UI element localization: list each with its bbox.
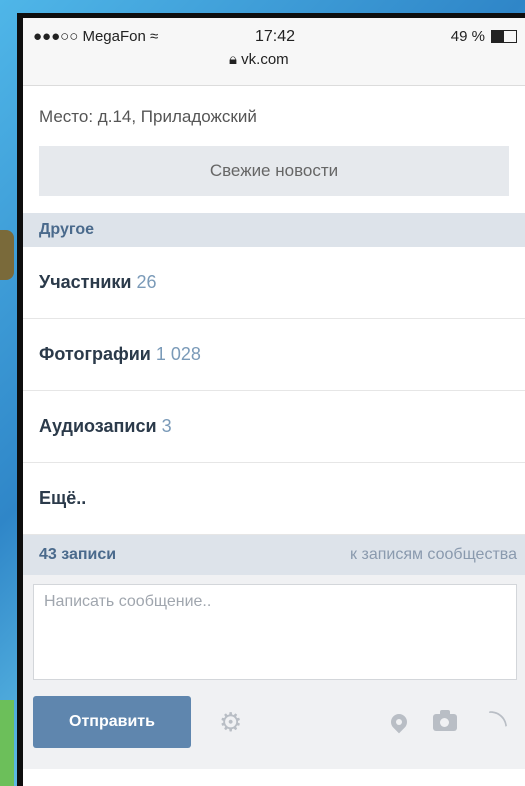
battery-icon [491, 30, 517, 43]
attachment-icons: ⌒ [387, 705, 517, 742]
audio-row[interactable]: Аудиозаписи 3 [23, 391, 525, 463]
row-label: Участники [39, 272, 132, 292]
posts-bar: 43 записи к записям сообщества [23, 535, 525, 575]
members-row[interactable]: Участники 26 [23, 247, 525, 319]
row-label: Фотографии [39, 344, 151, 364]
send-button[interactable]: Отправить [33, 696, 191, 748]
camera-icon[interactable] [433, 709, 457, 731]
lock-icon: 🔒︎ [229, 51, 237, 68]
battery-indicator: 49 % [451, 28, 517, 45]
message-input[interactable] [33, 584, 517, 680]
background-decoration [0, 230, 14, 280]
more-row[interactable]: Ещё.. [23, 463, 525, 535]
carrier-label: ●●●○○ MegaFon ≈ [33, 28, 159, 45]
gear-icon[interactable]: ⚙︎ [219, 707, 242, 738]
background-decoration [0, 700, 14, 786]
clock: 17:42 [255, 28, 296, 45]
posts-count: 43 записи [39, 546, 117, 563]
wifi-icon: ≈ [150, 28, 159, 45]
compose-panel: Отправить ⚙︎ ⌒ [23, 575, 525, 769]
battery-fill [492, 31, 504, 42]
compose-toolbar: Отправить ⚙︎ ⌒ [33, 695, 517, 749]
url-text: vk.com [241, 51, 289, 68]
section-header-other: Другое [23, 213, 525, 247]
row-count: 1 028 [155, 344, 201, 364]
row-label: Аудиозаписи [39, 416, 157, 436]
battery-percent: 49 % [450, 28, 485, 45]
row-count: 3 [161, 416, 172, 436]
location-pin-icon[interactable] [387, 710, 411, 734]
community-posts-link[interactable]: к записям сообщества [350, 535, 517, 575]
fresh-news-button[interactable]: Свежие новости [39, 146, 509, 196]
location-text: Место: д.14, Приладожский [39, 107, 257, 126]
phone-screen: ●●●○○ MegaFon ≈ 17:42 🔒︎ vk.com 49 % Мес… [17, 13, 525, 786]
paperclip-icon[interactable]: ⌒ [475, 701, 516, 743]
row-label: Ещё.. [39, 488, 87, 508]
address-bar[interactable]: 🔒︎ vk.com [229, 51, 289, 68]
row-count: 26 [136, 272, 157, 292]
photos-row[interactable]: Фотографии 1 028 [23, 319, 525, 391]
status-bar: ●●●○○ MegaFon ≈ 17:42 🔒︎ vk.com 49 % [23, 18, 525, 86]
